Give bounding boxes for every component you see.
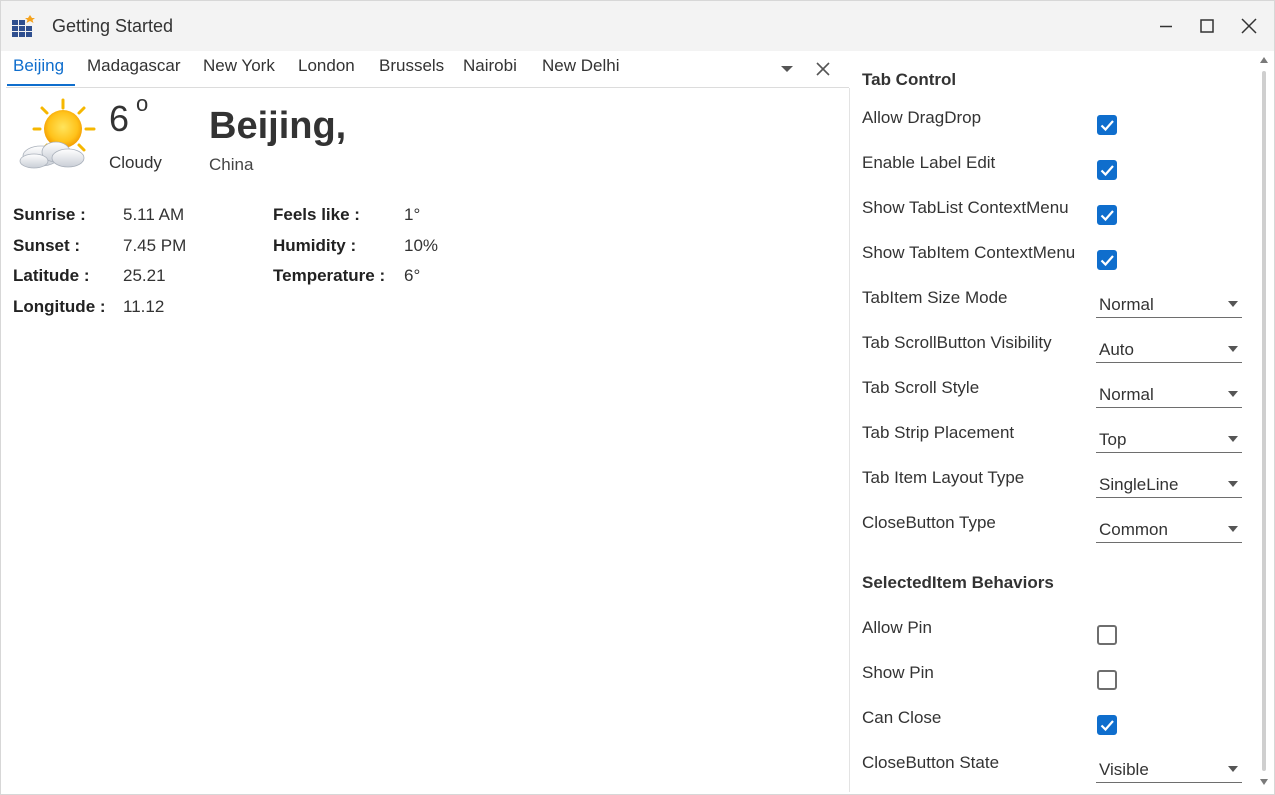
tab-brussels[interactable]: Brussels <box>379 55 444 85</box>
maximize-icon <box>1200 19 1214 33</box>
tab-scrollbutton-visibility-label: Tab ScrollButton Visibility <box>862 333 1052 352</box>
checkmark-icon <box>1100 165 1114 177</box>
enable-label-edit-label: Enable Label Edit <box>862 153 996 172</box>
feels-like-label: Feels like : <box>273 205 360 224</box>
closebutton-type-value: Common <box>1099 520 1168 539</box>
humidity-label: Humidity : <box>273 236 357 255</box>
country-name: China <box>209 155 254 174</box>
tab-madagascar[interactable]: Madagascar <box>87 55 181 85</box>
closebutton-state-dropdown[interactable]: Visible <box>1096 756 1242 783</box>
sunrise-value: 5.11 AM <box>123 205 185 224</box>
sunrise-label: Sunrise : <box>13 205 86 224</box>
closebutton-type-dropdown[interactable]: Common <box>1096 516 1242 543</box>
chevron-down-icon <box>1228 391 1238 397</box>
chevron-down-icon <box>1228 526 1238 532</box>
show-tabitem-contextmenu-checkbox[interactable] <box>1097 250 1117 270</box>
tab-scroll-style-dropdown[interactable]: Normal <box>1096 381 1242 408</box>
maximize-button[interactable] <box>1192 11 1222 41</box>
tab-strip-placement-label: Tab Strip Placement <box>862 423 1015 442</box>
tab-list-dropdown-button[interactable] <box>777 59 797 79</box>
tabitem-size-mode-label: TabItem Size Mode <box>862 288 1008 307</box>
latitude-value: 25.21 <box>123 266 166 285</box>
scroll-up-icon[interactable] <box>1260 57 1268 63</box>
longitude-value: 11.12 <box>123 297 165 316</box>
checkmark-icon <box>1100 120 1114 132</box>
checkmark-icon <box>1100 210 1114 222</box>
closebutton-state-value: Visible <box>1099 760 1149 779</box>
chevron-down-icon <box>1228 436 1238 442</box>
tab-item-layout-type-dropdown[interactable]: SingleLine <box>1096 471 1242 498</box>
minimize-button[interactable] <box>1151 11 1181 41</box>
tab-control-header: Tab Control <box>862 70 957 89</box>
show-tabitem-contextmenu-label: Show TabItem ContextMenu <box>862 243 1076 262</box>
title-bar[interactable]: Getting Started <box>1 1 1274 51</box>
allow-pin-checkbox[interactable] <box>1097 625 1117 645</box>
chevron-down-icon <box>1228 346 1238 352</box>
tab-content: 6 o Cloudy Beijing, China Sunrise : 5.11… <box>6 88 850 792</box>
tab-london[interactable]: London <box>298 55 355 85</box>
app-logo-icon <box>12 15 35 37</box>
close-icon <box>1241 18 1257 34</box>
can-close-label: Can Close <box>862 708 942 727</box>
tab-scroll-style-label: Tab Scroll Style <box>862 378 980 397</box>
chevron-down-icon <box>1228 301 1238 307</box>
enable-label-edit-checkbox[interactable] <box>1097 160 1117 180</box>
tab-item-layout-type-label: Tab Item Layout Type <box>862 468 1025 487</box>
tab-strip-placement-value: Top <box>1099 430 1127 449</box>
allow-pin-label: Allow Pin <box>862 618 932 637</box>
minimize-icon <box>1160 25 1172 28</box>
tab-scrollbutton-visibility-dropdown[interactable]: Auto <box>1096 336 1242 363</box>
longitude-label: Longitude : <box>13 297 106 316</box>
tab-strip: Beijing Madagascar New York London Bruss… <box>6 51 849 88</box>
tab-scrollbutton-visibility-value: Auto <box>1099 340 1134 359</box>
allow-dragdrop-label: Allow DragDrop <box>862 108 982 127</box>
city-name: Beijing, <box>209 105 347 147</box>
tab-strip-placement-dropdown[interactable]: Top <box>1096 426 1242 453</box>
current-temperature: 6 <box>109 98 130 139</box>
closebutton-type-label: CloseButton Type <box>862 513 996 532</box>
closebutton-state-label: CloseButton State <box>862 753 1000 772</box>
tab-new-york[interactable]: New York <box>203 55 275 85</box>
selecteditem-behaviors-header: SelectedItem Behaviors <box>862 573 1054 592</box>
temperature-value: 6° <box>404 266 421 285</box>
show-pin-checkbox[interactable] <box>1097 670 1117 690</box>
app-window: Getting Started Beijing Madagascar New Y… <box>0 0 1275 795</box>
temperature-label: Temperature : <box>273 266 386 285</box>
scrollbar-thumb[interactable] <box>1262 71 1266 771</box>
show-pin-label: Show Pin <box>862 663 934 682</box>
tabitem-size-mode-dropdown[interactable]: Normal <box>1096 291 1242 318</box>
checkmark-icon <box>1100 255 1114 267</box>
checkmark-icon <box>1100 720 1114 732</box>
show-tablist-contextmenu-checkbox[interactable] <box>1097 205 1117 225</box>
close-window-button[interactable] <box>1234 11 1264 41</box>
chevron-down-icon <box>1228 766 1238 772</box>
close-tab-button[interactable] <box>813 59 833 79</box>
can-close-checkbox[interactable] <box>1097 715 1117 735</box>
tab-item-layout-type-value: SingleLine <box>1099 475 1179 494</box>
degree-symbol: o <box>136 91 149 116</box>
scroll-down-icon[interactable] <box>1260 779 1268 785</box>
feels-like-value: 1° <box>404 205 421 224</box>
allow-dragdrop-checkbox[interactable] <box>1097 115 1117 135</box>
chevron-down-icon <box>1228 481 1238 487</box>
tabitem-size-mode-value: Normal <box>1099 295 1154 314</box>
weather-condition: Cloudy <box>109 153 162 172</box>
sunset-label: Sunset : <box>13 236 81 255</box>
property-panel: Tab Control Allow DragDrop Enable Label … <box>850 51 1255 792</box>
window-title: Getting Started <box>52 16 174 36</box>
tab-new-delhi[interactable]: New Delhi <box>542 55 619 85</box>
humidity-value: 10% <box>404 236 439 255</box>
show-tablist-contextmenu-label: Show TabList ContextMenu <box>862 198 1069 217</box>
sunset-value: 7.45 PM <box>123 236 187 255</box>
tab-scroll-style-value: Normal <box>1099 385 1154 404</box>
tab-nairobi[interactable]: Nairobi <box>463 55 517 85</box>
chevron-down-icon <box>781 66 793 72</box>
panel-scrollbar[interactable] <box>1255 51 1274 792</box>
partly-sunny-icon <box>19 98 96 169</box>
tab-beijing[interactable]: Beijing <box>6 55 76 86</box>
close-icon <box>816 62 830 76</box>
latitude-label: Latitude : <box>13 266 90 285</box>
